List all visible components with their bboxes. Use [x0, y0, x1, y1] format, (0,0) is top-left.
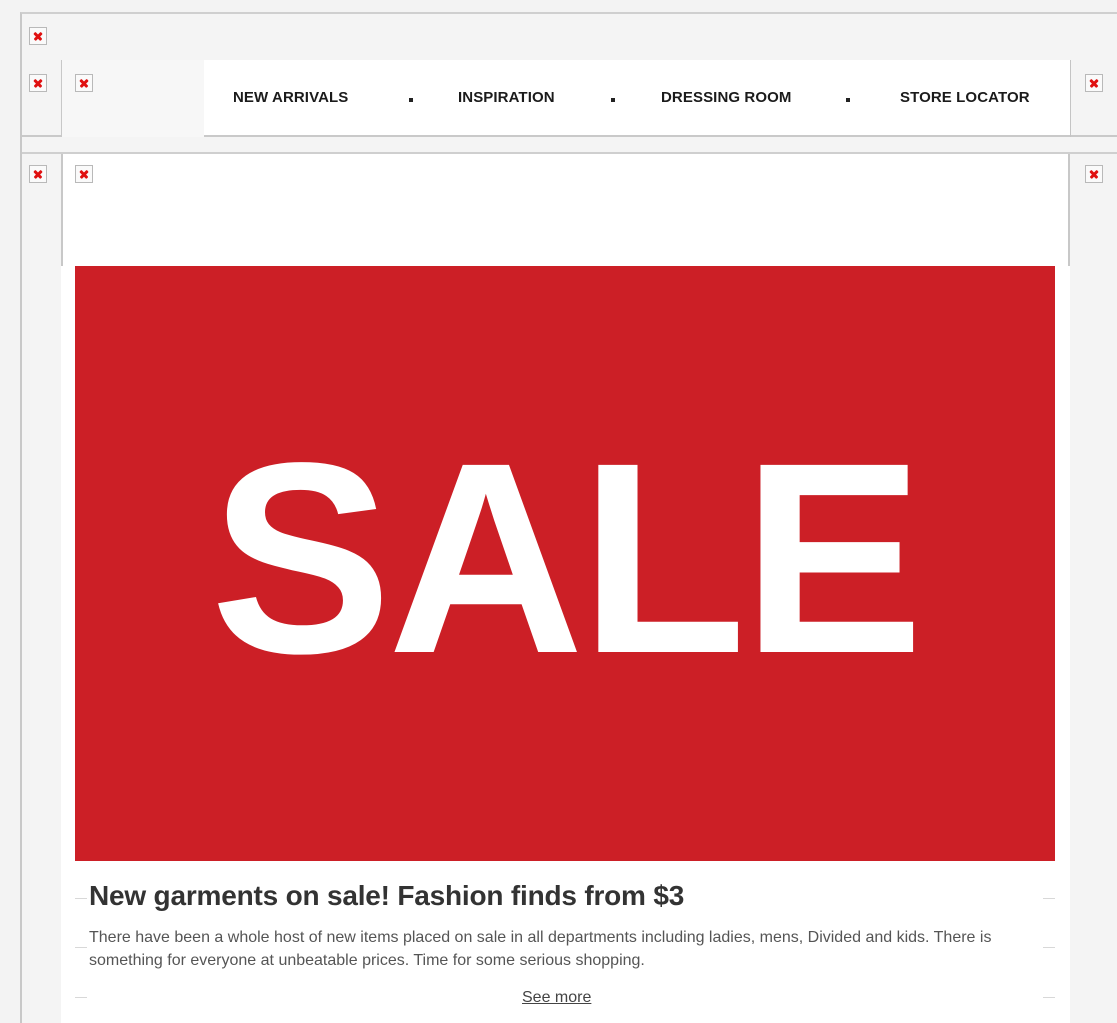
sale-banner[interactable]: SALE — [75, 266, 1055, 861]
divider — [75, 997, 87, 998]
divider — [1043, 997, 1055, 998]
nav-separator — [846, 98, 850, 102]
divider — [75, 947, 87, 948]
nav-inspiration[interactable]: INSPIRATION — [458, 89, 555, 106]
nav-left-cell — [61, 60, 204, 137]
nav-store-locator[interactable]: STORE LOCATOR — [900, 89, 1030, 106]
broken-image-icon — [75, 165, 93, 183]
content-cell — [61, 154, 1070, 266]
promo-body: There have been a whole host of new item… — [89, 929, 992, 969]
nav-new-arrivals[interactable]: NEW ARRIVALS — [233, 89, 348, 106]
broken-image-icon — [1085, 74, 1103, 92]
see-more-link[interactable]: See more — [522, 989, 591, 1007]
divider — [75, 898, 87, 899]
divider — [1043, 898, 1055, 899]
broken-image-icon — [29, 165, 47, 183]
promo-headline: New garments on sale! Fashion finds from… — [89, 880, 685, 911]
divider — [1070, 60, 1071, 137]
broken-image-icon — [75, 74, 93, 92]
nav-separator — [409, 98, 413, 102]
broken-image-icon — [29, 74, 47, 92]
divider — [1043, 947, 1055, 948]
broken-image-icon — [29, 27, 47, 45]
banner-text: SALE — [210, 405, 923, 710]
nav-separator — [611, 98, 615, 102]
broken-image-icon — [1085, 165, 1103, 183]
nav-dressing-room[interactable]: DRESSING ROOM — [661, 89, 791, 106]
